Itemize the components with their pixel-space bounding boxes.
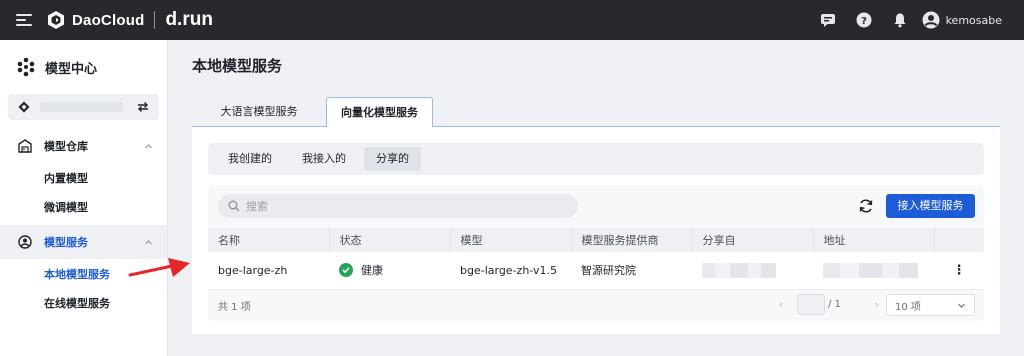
service-icon [18, 235, 32, 249]
page-info: / 1 [828, 299, 841, 310]
page-size-value: 10 项 [895, 301, 921, 313]
brand-logo[interactable]: DaoCloud d.run [46, 9, 213, 31]
sidebar-item-builtin-models[interactable]: 内置模型 [0, 163, 167, 192]
address-redacted [823, 262, 918, 278]
help-icon[interactable]: ? [846, 0, 882, 40]
tab-embedding-service[interactable]: 向量化模型服务 [326, 97, 433, 128]
status-text: 健康 [361, 264, 383, 278]
column-header-address[interactable]: 地址 [813, 228, 935, 252]
brand-run: d.run [165, 9, 213, 30]
sidebar-item-online-model-service[interactable]: 在线模型服务 [0, 288, 167, 317]
cell-status: 健康 [329, 252, 450, 290]
bell-icon[interactable] [882, 0, 918, 40]
next-page-icon[interactable]: › [869, 298, 885, 311]
page-title: 本地模型服务 [192, 57, 283, 75]
sidebar-group-model-service[interactable]: 模型服务 [0, 225, 167, 259]
search-box[interactable] [218, 194, 578, 218]
sidebar-group-model-repo[interactable]: 模型仓库 [0, 129, 167, 163]
cell-provider: 智源研究院 [571, 252, 692, 290]
top-bar: DaoCloud d.run ? kemosabe [0, 0, 1024, 40]
page-number-input[interactable] [797, 294, 825, 315]
pagination: ‹ / 1 › [773, 294, 885, 315]
table-footer: 共 1 项 ‹ / 1 › 10 项 [208, 289, 984, 321]
subtab-shared[interactable]: 分享的 [364, 147, 421, 171]
chevron-up-icon [145, 239, 152, 244]
service-tabs: 大语言模型服务 向量化模型服务 [192, 97, 1000, 128]
user-avatar-icon [922, 11, 940, 29]
search-input[interactable] [246, 199, 546, 213]
column-header-shared-from[interactable]: 分享自 [692, 228, 814, 252]
add-model-service-button[interactable]: 接入模型服务 [886, 194, 975, 218]
prev-page-icon[interactable]: ‹ [773, 298, 789, 311]
user-menu[interactable]: kemosabe [922, 11, 1002, 29]
annotation-arrow-icon [128, 258, 190, 277]
tab-llm-service[interactable]: 大语言模型服务 [204, 97, 314, 127]
shared-from-redacted [702, 262, 776, 278]
sidebar-title: 模型中心 [0, 40, 167, 94]
content-panel: 我创建的 我接入的 分享的 接入模型服务 名称 状态 模型 模型服务提供商 分享… [192, 127, 1000, 334]
cell-address [813, 252, 934, 290]
subtab-bar: 我创建的 我接入的 分享的 [208, 143, 984, 175]
column-header-status[interactable]: 状态 [329, 228, 451, 252]
more-actions-icon[interactable]: ⋮ [934, 252, 984, 290]
username: kemosabe [945, 13, 1002, 27]
svg-text:?: ? [861, 16, 867, 27]
column-header-name[interactable]: 名称 [208, 228, 330, 252]
menu-icon[interactable] [16, 14, 32, 26]
sidebar-title-label: 模型中心 [45, 61, 98, 77]
table-header-row: 名称 状态 模型 模型服务提供商 分享自 地址 [208, 228, 984, 252]
total-count: 共 1 项 [218, 302, 251, 313]
search-icon [228, 200, 240, 212]
sidebar-group-label: 模型仓库 [44, 140, 88, 153]
table-row[interactable]: bge-large-zh 健康 bge-large-zh-v1.5 智源研究院 … [208, 252, 984, 290]
message-icon[interactable] [810, 0, 846, 40]
sidebar-group-label: 模型服务 [44, 236, 88, 249]
workspace-selector[interactable] [8, 94, 159, 120]
warehouse-icon [18, 139, 32, 153]
cell-model: bge-large-zh-v1.5 [450, 252, 571, 290]
column-header-actions [934, 228, 984, 252]
table-card: 接入模型服务 名称 状态 模型 模型服务提供商 分享自 地址 bge-large… [208, 185, 984, 321]
chevron-up-icon [145, 143, 152, 148]
brand-divider [154, 11, 156, 29]
switch-icon[interactable] [137, 101, 149, 113]
daocloud-logo-icon [48, 11, 64, 29]
model-hub-icon [17, 57, 35, 77]
subtab-created-by-me[interactable]: 我创建的 [216, 147, 284, 171]
sidebar-item-finetuned-models[interactable]: 微调模型 [0, 192, 167, 221]
cell-name[interactable]: bge-large-zh [208, 252, 329, 290]
brand-name: DaoCloud [72, 11, 145, 29]
column-header-model[interactable]: 模型 [450, 228, 572, 252]
column-header-provider[interactable]: 模型服务提供商 [571, 228, 693, 252]
workspace-name-redacted [40, 102, 123, 112]
cell-shared-from [692, 252, 813, 290]
chevron-down-icon [958, 303, 965, 308]
check-circle-icon [339, 263, 353, 278]
refresh-icon[interactable] [856, 196, 876, 216]
service-table: 名称 状态 模型 模型服务提供商 分享自 地址 bge-large-zh 健康 [208, 228, 984, 290]
page-size-select[interactable]: 10 项 [886, 294, 975, 316]
sidebar: 模型中心 模型仓库 内置模型 微调模型 模型服务 本地模型服务 在线模型服务 [0, 40, 168, 356]
subtab-connected-by-me[interactable]: 我接入的 [290, 147, 358, 171]
workspace-icon [18, 101, 30, 113]
